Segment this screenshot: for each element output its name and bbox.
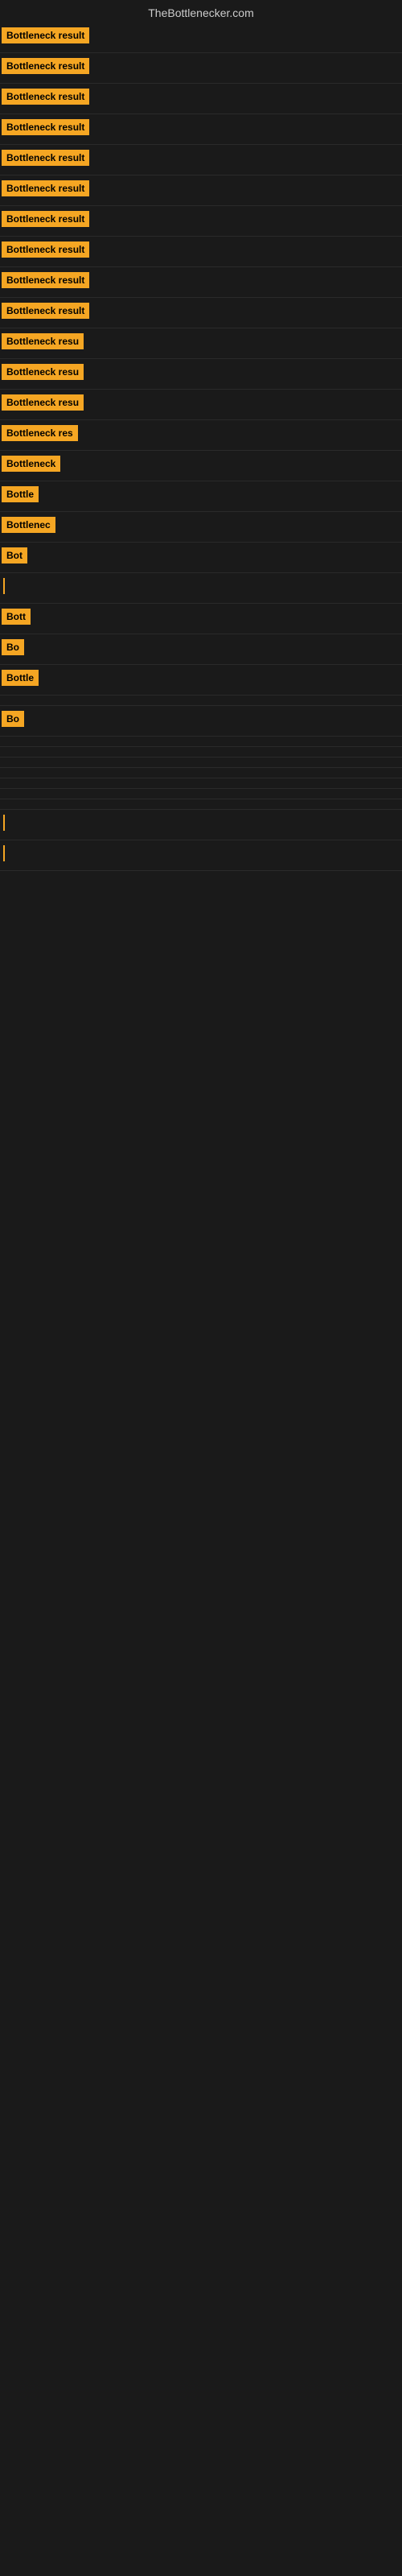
list-item: Bottleneck result xyxy=(0,114,402,145)
list-item xyxy=(0,573,402,604)
bottleneck-result-badge: Bottleneck resu xyxy=(2,364,84,380)
bottleneck-result-badge: Bottleneck result xyxy=(2,119,89,135)
bottleneck-result-badge: Bottleneck result xyxy=(2,303,89,319)
list-item: Bottleneck resu xyxy=(0,328,402,359)
list-item: Bottleneck result xyxy=(0,175,402,206)
bottleneck-result-badge: Bottleneck result xyxy=(2,58,89,74)
bottleneck-result-badge: Bo xyxy=(2,639,24,655)
bottleneck-result-badge: Bottleneck result xyxy=(2,180,89,196)
list-item: Bottlenec xyxy=(0,512,402,543)
list-item xyxy=(0,810,402,840)
list-item xyxy=(0,778,402,789)
list-item: Bottleneck res xyxy=(0,420,402,451)
bottleneck-result-badge: Bot xyxy=(2,547,27,564)
vertical-line-indicator xyxy=(3,578,5,594)
site-title-text: TheBottlenecker.com xyxy=(148,6,254,19)
list-item: Bottleneck result xyxy=(0,206,402,237)
list-item xyxy=(0,758,402,768)
site-title: TheBottlenecker.com xyxy=(0,0,402,23)
list-item: Bottleneck result xyxy=(0,237,402,267)
list-item xyxy=(0,737,402,747)
bottleneck-result-badge: Bottleneck xyxy=(2,456,60,472)
vertical-line-indicator xyxy=(3,815,5,831)
bottleneck-result-badge: Bottleneck res xyxy=(2,425,78,441)
list-item: Bottleneck resu xyxy=(0,390,402,420)
list-item xyxy=(0,840,402,871)
bottleneck-result-badge: Bottleneck result xyxy=(2,242,89,258)
bottleneck-result-badge: Bo xyxy=(2,711,24,727)
list-item xyxy=(0,799,402,810)
list-item: Bot xyxy=(0,543,402,573)
bottleneck-result-badge: Bottleneck result xyxy=(2,272,89,288)
list-item: Bottle xyxy=(0,665,402,696)
bottleneck-result-badge: Bottle xyxy=(2,670,39,686)
list-item: Bo xyxy=(0,634,402,665)
list-item: Bottleneck result xyxy=(0,53,402,84)
list-item xyxy=(0,789,402,799)
bottleneck-result-badge: Bottlenec xyxy=(2,517,55,533)
vertical-line-indicator xyxy=(3,845,5,861)
bottleneck-result-badge: Bottleneck resu xyxy=(2,394,84,411)
list-item: Bott xyxy=(0,604,402,634)
bottleneck-result-badge: Bottleneck result xyxy=(2,150,89,166)
bottleneck-result-badge: Bottleneck result xyxy=(2,27,89,43)
bottleneck-result-badge: Bottle xyxy=(2,486,39,502)
list-item: Bottleneck result xyxy=(0,23,402,53)
bottleneck-result-badge: Bottleneck resu xyxy=(2,333,84,349)
list-item xyxy=(0,768,402,778)
list-item: Bottleneck result xyxy=(0,267,402,298)
list-item: Bottleneck result xyxy=(0,84,402,114)
list-item xyxy=(0,696,402,706)
list-item: Bottle xyxy=(0,481,402,512)
list-item: Bottleneck result xyxy=(0,145,402,175)
bottleneck-result-badge: Bottleneck result xyxy=(2,89,89,105)
bottleneck-result-badge: Bottleneck result xyxy=(2,211,89,227)
list-item: Bottleneck result xyxy=(0,298,402,328)
list-item: Bo xyxy=(0,706,402,737)
list-item: Bottleneck xyxy=(0,451,402,481)
list-item: Bottleneck resu xyxy=(0,359,402,390)
list-item xyxy=(0,747,402,758)
bottleneck-result-badge: Bott xyxy=(2,609,31,625)
